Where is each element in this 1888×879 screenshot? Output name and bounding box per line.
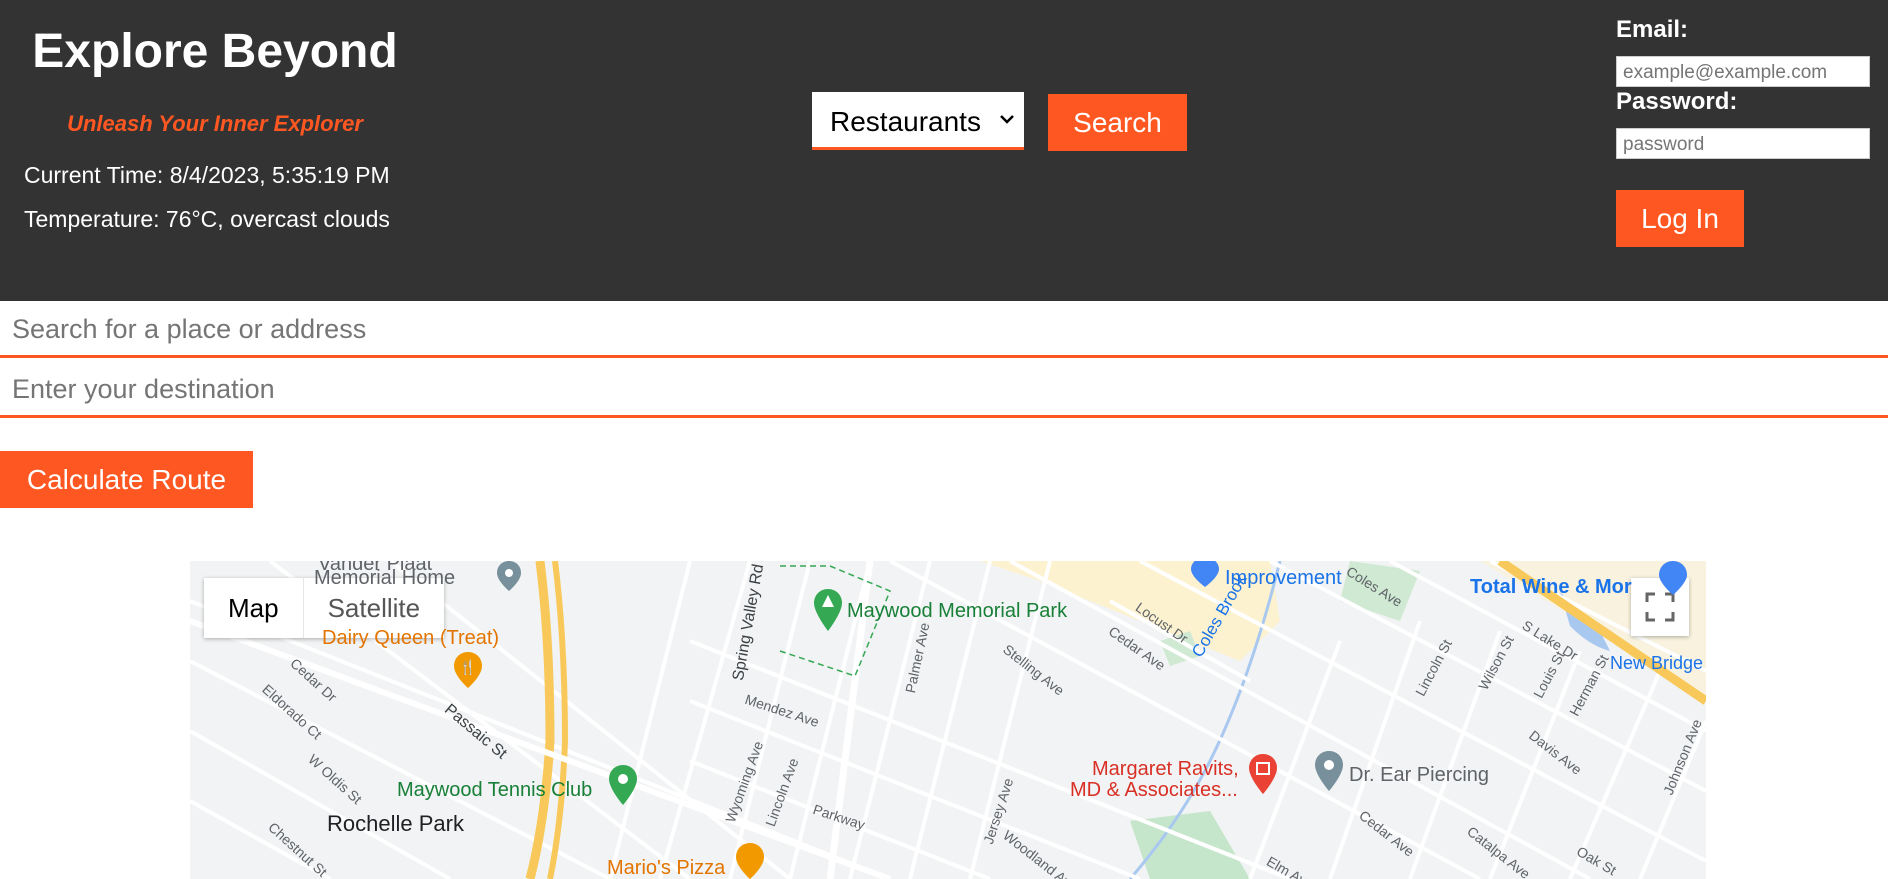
destination-placeholder: Enter your destination xyxy=(12,374,275,404)
place-search-placeholder: Search for a place or address xyxy=(12,314,367,344)
calculate-route-button[interactable]: Calculate Route xyxy=(0,451,253,508)
poi-maywood-memorial-park[interactable]: Maywood Memorial Park xyxy=(847,600,1067,623)
email-field[interactable]: example@example.com xyxy=(1616,56,1870,87)
email-placeholder: example@example.com xyxy=(1623,62,1828,83)
app-title: Explore Beyond xyxy=(32,25,398,78)
chevron-down-icon xyxy=(1000,115,1014,124)
poi-memorial-home[interactable]: Memorial Home xyxy=(314,567,455,590)
place-search-input[interactable]: Search for a place or address xyxy=(0,301,1888,358)
location-pin-icon[interactable] xyxy=(1658,561,1688,595)
temperature: Temperature: 76°C, overcast clouds xyxy=(24,206,390,232)
map-view[interactable]: Map Satellite Vander Plaat Memorial Home… xyxy=(190,561,1706,879)
password-field[interactable]: password xyxy=(1616,128,1870,159)
restaurant-pin-icon[interactable]: 🍴 xyxy=(453,652,483,688)
poi-total-wine[interactable]: Total Wine & Mor xyxy=(1470,576,1632,599)
poi-rochelle-park: Rochelle Park xyxy=(327,811,464,836)
restaurant-pin-icon[interactable] xyxy=(735,843,765,879)
current-time: Current Time: 8/4/2023, 5:35:19 PM xyxy=(24,162,390,188)
category-select-value: Restaurants xyxy=(830,106,981,137)
poi-margaret-ravits-2[interactable]: MD & Associates... xyxy=(1070,779,1238,802)
email-label: Email: xyxy=(1616,16,1689,43)
poi-margaret-ravits-1[interactable]: Margaret Ravits, xyxy=(1092,758,1239,781)
medical-pin-icon[interactable] xyxy=(1248,754,1278,794)
park-pin-icon[interactable] xyxy=(813,589,843,631)
park-pin-icon[interactable] xyxy=(608,765,638,805)
svg-text:🍴: 🍴 xyxy=(459,659,476,676)
poi-dr-ear-piercing[interactable]: Dr. Ear Piercing xyxy=(1349,764,1489,787)
location-pin-icon[interactable] xyxy=(496,561,522,591)
password-label: Password: xyxy=(1616,88,1738,115)
header: Explore Beyond Unleash Your Inner Explor… xyxy=(0,0,1888,301)
poi-marios-pizza[interactable]: Mario's Pizza xyxy=(607,857,725,879)
password-placeholder: password xyxy=(1623,134,1705,155)
tagline: Unleash Your Inner Explorer xyxy=(67,111,363,136)
category-select[interactable]: Restaurants xyxy=(812,92,1024,150)
poi-dairy-queen[interactable]: Dairy Queen (Treat) xyxy=(322,627,499,650)
search-button[interactable]: Search xyxy=(1048,94,1187,151)
location-pin-icon[interactable] xyxy=(1190,561,1220,587)
poi-maywood-tennis-club[interactable]: Maywood Tennis Club xyxy=(397,779,592,802)
poi-new-bridge[interactable]: New Bridge xyxy=(1610,653,1703,674)
location-pin-icon[interactable] xyxy=(1314,751,1344,791)
destination-input[interactable]: Enter your destination xyxy=(0,361,1888,418)
login-button[interactable]: Log In xyxy=(1616,190,1744,247)
map-type-map-button[interactable]: Map xyxy=(204,578,304,638)
